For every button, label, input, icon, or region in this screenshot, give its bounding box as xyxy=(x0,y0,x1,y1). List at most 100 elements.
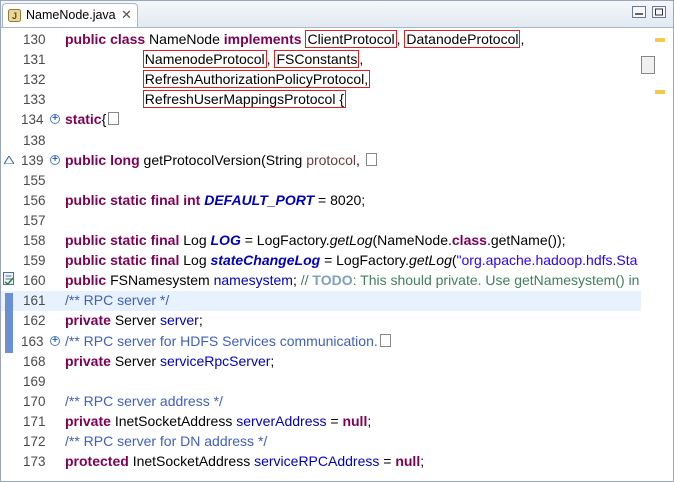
code-token: Server xyxy=(114,352,160,369)
task-marker-icon xyxy=(3,272,14,285)
code-line[interactable]: 172 /** RPC server for DN address */ xyxy=(1,432,641,452)
highlighted-token: RefreshUserMappingsProtocol { xyxy=(142,90,347,109)
code-token: ; xyxy=(292,272,301,289)
warning-marker[interactable] xyxy=(655,38,665,42)
code-line[interactable]: 161 /** RPC server */ xyxy=(1,291,641,312)
java-file-icon: J xyxy=(8,9,21,22)
tab-bar: J NameNode.java ✕ xyxy=(1,1,673,28)
code-token: = xyxy=(379,453,396,470)
fold-expand-icon[interactable]: + xyxy=(50,335,60,346)
code-token: server xyxy=(159,312,199,329)
code-token: , xyxy=(520,31,525,47)
collapsed-block-icon[interactable] xyxy=(108,112,120,126)
code-token: /** RPC server */ xyxy=(65,292,170,309)
code-token: ; xyxy=(198,312,203,329)
code-text: /** RPC server for DN address */ xyxy=(65,433,267,449)
code-text: public class NameNode implements ClientP… xyxy=(65,30,525,48)
code-line[interactable]: 160 public FSNamesystem namesystem; // TO… xyxy=(1,271,641,291)
code-line[interactable]: 156 public static final int DEFAULT_PORT … xyxy=(1,191,641,211)
code-line[interactable]: 157 xyxy=(1,211,641,231)
override-marker-icon xyxy=(4,156,14,164)
fold-expand-icon[interactable]: + xyxy=(50,114,60,125)
code-token: private xyxy=(65,352,115,369)
code-token: public static final xyxy=(65,252,184,269)
line-number: 168 xyxy=(23,353,46,369)
code-token: private xyxy=(65,412,115,429)
code-token: { xyxy=(101,111,107,128)
code-line[interactable]: 169 xyxy=(1,372,641,392)
code-token: public class xyxy=(65,31,150,47)
code-token: public long xyxy=(65,151,144,168)
code-line[interactable]: 162 private Server server; xyxy=(1,311,641,331)
code-line[interactable]: 171 private InetSocketAddress serverAddre… xyxy=(1,412,641,432)
code-token: , xyxy=(359,51,364,68)
code-line[interactable]: 158 public static final Log LOG = LogFact… xyxy=(1,231,641,251)
code-token: = LogFactory. xyxy=(320,252,410,269)
code-line[interactable]: 139 + public long getProtocolVersion(Strin… xyxy=(1,151,641,171)
scroll-thumb[interactable] xyxy=(641,56,655,74)
code-token: /** RPC server for HDFS Services communi… xyxy=(65,332,378,349)
code-token: Server xyxy=(114,312,160,329)
line-number: 131 xyxy=(23,52,46,68)
code-line[interactable]: 138 xyxy=(1,131,641,151)
code-token: NameNode xyxy=(149,31,224,47)
code-line[interactable]: 163 + /** RPC server for HDFS Services com… xyxy=(1,332,641,352)
code-text: static{ xyxy=(65,111,120,128)
line-number: 160 xyxy=(23,273,46,289)
code-line[interactable]: 130 public class NameNode implements Clie… xyxy=(1,30,641,50)
code-token: public xyxy=(65,272,111,289)
highlighted-token: RefreshAuthorizationPolicyProtocol, xyxy=(142,70,371,89)
highlighted-token: ClientProtocol xyxy=(305,30,397,48)
close-icon[interactable]: ✕ xyxy=(121,7,132,23)
code-token: .getName()); xyxy=(486,232,566,248)
code-text: /** RPC server for HDFS Services communi… xyxy=(65,333,391,349)
code-token: stateChangeLog xyxy=(210,252,321,269)
code-token: getLog xyxy=(329,232,373,248)
code-text: public static final Log stateChangeLog =… xyxy=(65,252,637,268)
line-number: 156 xyxy=(23,192,46,208)
line-number: 163 xyxy=(21,333,44,349)
code-editor[interactable]: 130 public class NameNode implements Clie… xyxy=(1,28,673,481)
minimize-icon[interactable] xyxy=(631,5,647,19)
overview-ruler xyxy=(641,28,673,481)
collapsed-block-icon[interactable] xyxy=(365,152,377,166)
code-token: private xyxy=(65,312,115,329)
line-number: 133 xyxy=(23,92,46,108)
code-line[interactable]: 155 xyxy=(1,171,641,191)
line-number: 171 xyxy=(23,413,46,429)
code-line[interactable]: 134 + static{ xyxy=(1,110,641,130)
code-text: protected InetSocketAddress serviceRPCAd… xyxy=(65,453,424,469)
line-number: 138 xyxy=(23,132,46,148)
code-token: /** RPC server for DN address */ xyxy=(65,433,268,449)
code-token: Log xyxy=(183,232,211,248)
code-token: TODO xyxy=(312,272,353,289)
fold-expand-icon[interactable]: + xyxy=(50,154,60,165)
warning-marker[interactable] xyxy=(655,90,665,94)
code-text: public static final int DEFAULT_PORT = 8… xyxy=(65,192,365,208)
collapsed-block-icon[interactable] xyxy=(379,333,391,347)
code-token: , xyxy=(356,151,364,168)
code-token: null xyxy=(395,453,421,470)
code-line[interactable]: 159 public static final Log stateChangeLo… xyxy=(1,251,641,271)
line-number: 173 xyxy=(23,454,46,470)
code-token: protected xyxy=(65,453,133,470)
code-line[interactable]: 173 protected InetSocketAddress serviceRP… xyxy=(1,452,641,472)
line-number: 155 xyxy=(23,172,46,188)
highlighted-token: NamenodeProtocol xyxy=(142,50,267,69)
code-token: /** RPC server address */ xyxy=(65,392,223,409)
tab-namenode-java[interactable]: J NameNode.java ✕ xyxy=(2,3,138,27)
line-number: 162 xyxy=(23,313,46,329)
maximize-icon[interactable] xyxy=(651,5,667,19)
code-token: Log xyxy=(183,252,211,269)
code-token: public static final int xyxy=(65,191,205,208)
code-token: serviceRpcServer xyxy=(159,352,271,369)
code-line[interactable]: 170 /** RPC server address */ xyxy=(1,392,641,412)
code-line[interactable]: 168 private Server serviceRpcServer; xyxy=(1,352,641,372)
code-line[interactable]: 131 NamenodeProtocol, FSConstants, xyxy=(1,50,641,70)
code-token: static xyxy=(65,111,102,128)
code-line[interactable]: 132 RefreshAuthorizationPolicyProtocol, xyxy=(1,70,641,90)
code-line[interactable]: 133 RefreshUserMappingsProtocol { xyxy=(1,90,641,110)
editor-window: J NameNode.java ✕ 130 public class NameNo… xyxy=(0,0,674,482)
code-text: /** RPC server address */ xyxy=(65,393,223,409)
